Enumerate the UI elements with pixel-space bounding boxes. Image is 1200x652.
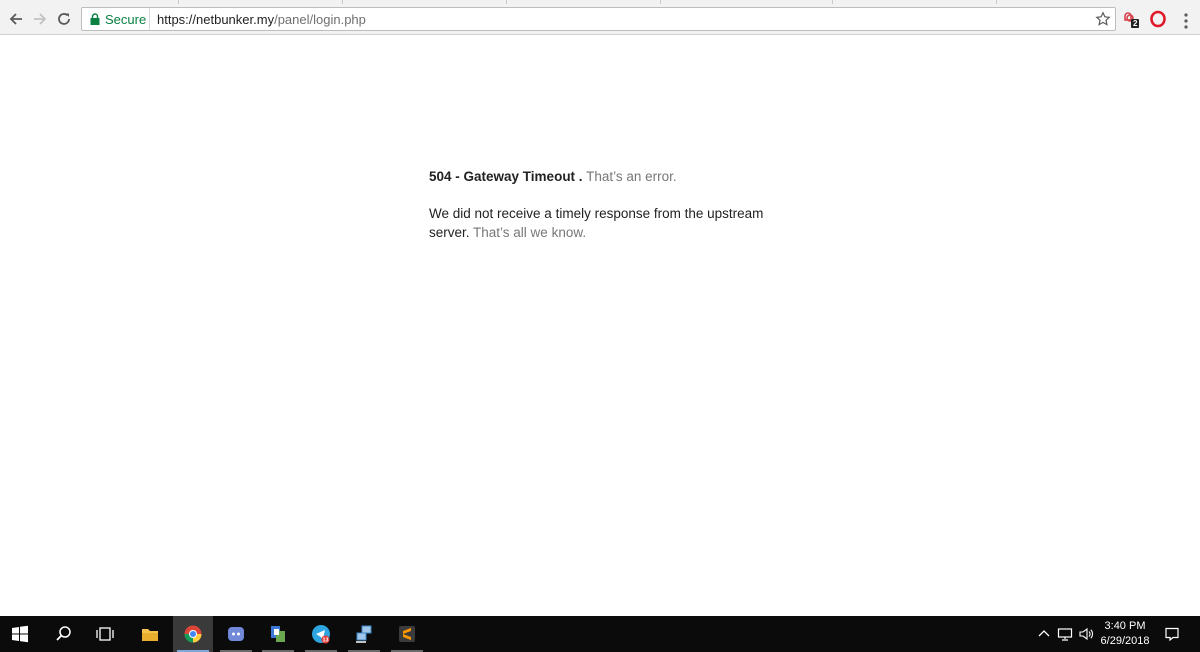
search-icon — [56, 626, 71, 641]
notification-icon — [1165, 627, 1179, 642]
taskbar-telegram[interactable]: 13 — [301, 616, 341, 652]
windows-start-icon — [12, 625, 28, 643]
taskbar-network-app[interactable] — [344, 616, 384, 652]
reload-button[interactable] — [52, 7, 76, 31]
extension-badge: 2 — [1131, 19, 1140, 28]
url-path: /panel/login.php — [274, 12, 366, 27]
taskbar-discord[interactable] — [216, 616, 256, 652]
app-icon — [271, 626, 285, 642]
search-button[interactable] — [44, 616, 84, 652]
clock-time: 3:40 PM — [1104, 620, 1146, 632]
address-bar[interactable]: Secure https://netbunker.my/panel/login.… — [81, 7, 1116, 31]
task-view-icon — [96, 627, 114, 641]
error-suffix: That’s an error. — [586, 169, 677, 184]
opera-icon — [1150, 10, 1166, 28]
url-host: https://netbunker.my — [157, 12, 275, 27]
telegram-badge: 13 — [322, 638, 328, 644]
show-hidden-icons-button[interactable] — [1036, 616, 1052, 652]
chrome-icon — [184, 625, 202, 643]
error-detail-suffix: That’s all we know. — [473, 225, 587, 240]
network-app-icon — [356, 625, 372, 643]
browser-toolbar: Secure https://netbunker.my/panel/login.… — [0, 4, 1200, 35]
sublime-text-icon — [399, 626, 415, 642]
url-text[interactable]: https://netbunker.my/panel/login.php — [157, 12, 366, 27]
back-icon — [9, 13, 22, 25]
taskbar-sublime-text[interactable] — [387, 616, 427, 652]
reload-icon — [58, 13, 70, 25]
opera-button[interactable] — [1149, 10, 1169, 30]
task-view-button[interactable] — [85, 616, 125, 652]
browser-menu-button[interactable] — [1178, 12, 1194, 30]
lock-icon — [90, 13, 100, 25]
action-center-button[interactable] — [1162, 616, 1182, 652]
system-clock[interactable]: 3:40 PM 6/29/2018 — [1093, 619, 1157, 649]
taskbar-chrome[interactable] — [173, 616, 213, 652]
error-heading: 504 - Gateway Timeout . That’s an error. — [429, 167, 769, 186]
error-message: 504 - Gateway Timeout . That’s an error.… — [429, 167, 769, 242]
forward-button[interactable] — [28, 7, 52, 31]
clock-date: 6/29/2018 — [1100, 635, 1150, 647]
volume-icon — [1079, 627, 1093, 641]
network-tray-button[interactable] — [1056, 616, 1074, 652]
extension-button[interactable]: 2 — [1121, 10, 1141, 30]
taskbar-app[interactable] — [258, 616, 298, 652]
security-chip[interactable]: Secure — [82, 8, 150, 30]
star-icon[interactable] — [1095, 11, 1111, 27]
discord-icon — [228, 627, 244, 641]
secure-label: Secure — [105, 12, 147, 27]
back-button[interactable] — [4, 7, 28, 31]
file-explorer-icon — [142, 629, 158, 641]
network-icon — [1057, 628, 1073, 641]
telegram-icon: 13 — [312, 625, 330, 644]
start-button[interactable] — [0, 616, 40, 652]
error-code: 504 - Gateway Timeout . — [429, 169, 583, 184]
chevron-up-icon — [1038, 630, 1050, 637]
forward-icon — [34, 13, 47, 25]
menu-icon — [1184, 13, 1188, 29]
error-description: We did not receive a timely response fro… — [429, 204, 769, 242]
windows-taskbar: 13 3:40 PM 6/29/2018 — [0, 616, 1200, 652]
taskbar-file-explorer[interactable] — [130, 616, 170, 652]
